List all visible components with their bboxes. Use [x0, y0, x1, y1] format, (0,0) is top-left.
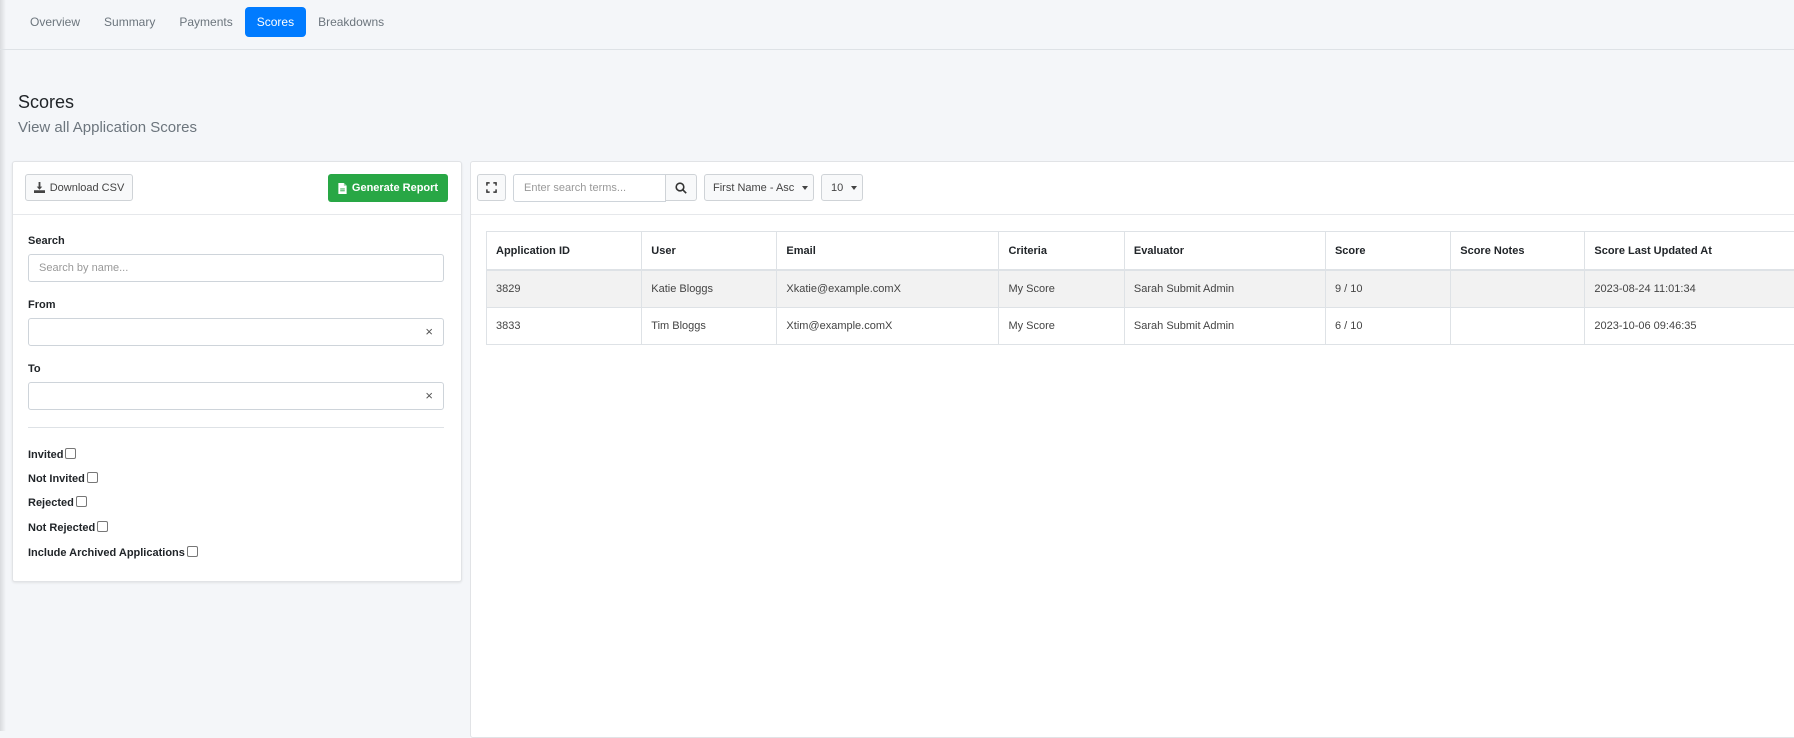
- expand-icon: [486, 182, 497, 193]
- filter-divider: [28, 427, 444, 428]
- page-title: Scores: [18, 92, 74, 113]
- invited-checkbox[interactable]: [65, 448, 76, 459]
- column-header[interactable]: User: [642, 232, 777, 271]
- from-date-input[interactable]: ×: [28, 318, 444, 346]
- table-search-input[interactable]: Enter search terms...: [513, 174, 666, 202]
- table-row[interactable]: 3833 Tim Bloggs Xtim@example.comX My Sco…: [487, 308, 1794, 345]
- table-cell: 2023-08-24 11:01:34: [1585, 270, 1794, 308]
- page-size-select[interactable]: 10: [821, 174, 863, 201]
- scores-table: Application ID User Email Criteria Evalu…: [486, 231, 1794, 345]
- table-header-row: Application ID User Email Criteria Evalu…: [487, 232, 1794, 271]
- column-header[interactable]: Score: [1325, 232, 1450, 271]
- to-label: To: [28, 363, 41, 375]
- not-invited-filter: Not Invited: [28, 473, 98, 485]
- table-cell: Xtim@example.comX: [777, 308, 999, 345]
- column-header[interactable]: Email: [777, 232, 999, 271]
- column-header[interactable]: Evaluator: [1124, 232, 1325, 271]
- nav-divider: [0, 49, 1794, 50]
- search-icon: [675, 182, 687, 194]
- column-header[interactable]: Score Last Updated At: [1585, 232, 1794, 271]
- download-csv-button[interactable]: Download CSV: [25, 174, 133, 201]
- page-size-value: 10: [831, 182, 843, 194]
- page-edge-shadow: [0, 0, 6, 731]
- top-nav: Overview Summary Payments Scores Breakdo…: [18, 7, 396, 37]
- table-cell: [1451, 270, 1585, 308]
- results-panel: Enter search terms... First Name - Asc 1…: [470, 161, 1794, 738]
- tab-payments[interactable]: Payments: [167, 7, 244, 37]
- not-invited-label: Not Invited: [28, 473, 85, 485]
- table-cell: [1451, 308, 1585, 345]
- panel-divider: [13, 214, 461, 215]
- include-archived-label: Include Archived Applications: [28, 547, 185, 559]
- file-icon: [338, 183, 347, 194]
- search-label: Search: [28, 235, 65, 247]
- generate-report-label: Generate Report: [352, 182, 438, 194]
- toolbar-divider: [471, 214, 1794, 215]
- not-rejected-filter: Not Rejected: [28, 522, 108, 534]
- fullscreen-button[interactable]: [477, 174, 506, 201]
- table-cell: 2023-10-06 09:46:35: [1585, 308, 1794, 345]
- rejected-filter: Rejected: [28, 497, 87, 509]
- table-cell: 3833: [487, 308, 642, 345]
- column-header[interactable]: Score Notes: [1451, 232, 1585, 271]
- not-rejected-label: Not Rejected: [28, 522, 95, 534]
- clear-to-icon[interactable]: ×: [425, 383, 433, 409]
- to-date-input[interactable]: ×: [28, 382, 444, 410]
- table-cell: Sarah Submit Admin: [1124, 270, 1325, 308]
- tab-breakdowns[interactable]: Breakdowns: [306, 7, 396, 37]
- filter-panel: Download CSV Generate Report Search Sear…: [12, 161, 462, 582]
- not-rejected-checkbox[interactable]: [97, 521, 108, 532]
- invited-label: Invited: [28, 449, 63, 461]
- search-input[interactable]: Search by name...: [28, 254, 444, 282]
- chevron-down-icon: [802, 186, 808, 190]
- column-header[interactable]: Criteria: [999, 232, 1124, 271]
- table-cell: Xkatie@example.comX: [777, 270, 999, 308]
- table-cell: Katie Bloggs: [642, 270, 777, 308]
- sort-value: First Name - Asc: [713, 182, 794, 194]
- search-button[interactable]: [665, 174, 697, 201]
- table-row[interactable]: 3829 Katie Bloggs Xkatie@example.comX My…: [487, 270, 1794, 308]
- table-cell: 9 / 10: [1325, 270, 1450, 308]
- generate-report-button[interactable]: Generate Report: [328, 174, 448, 202]
- rejected-label: Rejected: [28, 497, 74, 509]
- include-archived-filter: Include Archived Applications: [28, 547, 198, 559]
- clear-from-icon[interactable]: ×: [425, 319, 433, 345]
- tab-overview[interactable]: Overview: [18, 7, 92, 37]
- download-icon: [34, 182, 45, 193]
- from-label: From: [28, 299, 56, 311]
- table-cell: My Score: [999, 308, 1124, 345]
- table-cell: Tim Bloggs: [642, 308, 777, 345]
- table-cell: 6 / 10: [1325, 308, 1450, 345]
- column-header[interactable]: Application ID: [487, 232, 642, 271]
- table-cell: Sarah Submit Admin: [1124, 308, 1325, 345]
- page-subtitle: View all Application Scores: [18, 119, 197, 136]
- table-cell: My Score: [999, 270, 1124, 308]
- tab-scores[interactable]: Scores: [245, 7, 306, 37]
- rejected-checkbox[interactable]: [76, 496, 87, 507]
- invited-filter: Invited: [28, 449, 76, 461]
- chevron-down-icon: [851, 186, 857, 190]
- download-csv-label: Download CSV: [50, 182, 125, 194]
- tab-summary[interactable]: Summary: [92, 7, 167, 37]
- not-invited-checkbox[interactable]: [87, 472, 98, 483]
- sort-select[interactable]: First Name - Asc: [704, 174, 814, 201]
- include-archived-checkbox[interactable]: [187, 546, 198, 557]
- table-cell: 3829: [487, 270, 642, 308]
